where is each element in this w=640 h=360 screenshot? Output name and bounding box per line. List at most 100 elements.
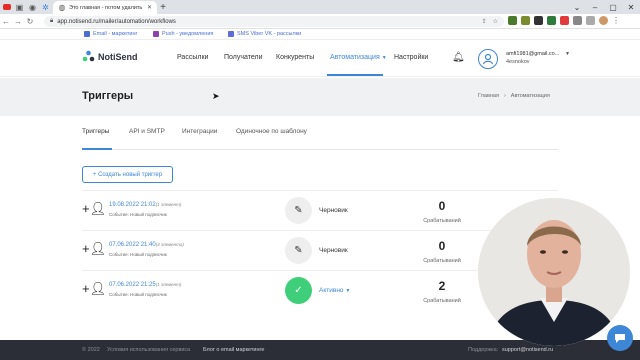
nav-competitors[interactable]: Конкуренты bbox=[276, 54, 314, 61]
logo-icon bbox=[82, 50, 95, 62]
trigger-event: Событие: Новый подписчик bbox=[109, 252, 167, 257]
email-icon bbox=[84, 31, 90, 37]
user-menu-caret-icon[interactable]: ▼ bbox=[565, 51, 570, 57]
notisend-tab-icon[interactable]: ✲ bbox=[39, 0, 52, 14]
webcam-overlay bbox=[478, 198, 630, 346]
sms-link[interactable]: SMS Viber VK - рассылки bbox=[228, 31, 301, 37]
nav-automation-label: Автоматизация bbox=[330, 54, 380, 61]
puzzle-icon[interactable] bbox=[573, 16, 582, 25]
trigger-status: Черновик bbox=[319, 207, 348, 214]
trigger-date: 07.06.2022 21:25 bbox=[109, 282, 156, 288]
trigger-runs-label: Срабатываний bbox=[423, 298, 461, 304]
user-name: 4esnokov bbox=[506, 59, 530, 65]
close-window-icon[interactable]: ✕ bbox=[622, 0, 640, 14]
tab-icon-3[interactable]: ◉ bbox=[26, 0, 39, 14]
logo[interactable]: NotiSend bbox=[82, 50, 138, 63]
reload-icon[interactable]: ↻ bbox=[24, 14, 36, 29]
chat-bubble-icon[interactable] bbox=[607, 325, 633, 351]
footer-copyright: © 2022 bbox=[82, 347, 100, 353]
url-input[interactable]: 🔒︎ app.notisend.ru/mailer/automation/wor… bbox=[44, 16, 504, 27]
chevron-down-icon[interactable]: ⌄ bbox=[568, 0, 586, 14]
url-text: app.notisend.ru/mailer/automation/workfl… bbox=[57, 18, 176, 25]
user-icon bbox=[482, 53, 494, 65]
tab-triggers[interactable]: Триггеры bbox=[82, 128, 109, 135]
maximize-icon[interactable]: ▢ bbox=[604, 0, 622, 14]
sms-icon bbox=[228, 31, 234, 37]
email-marketing-label: Email - маркетинг bbox=[93, 31, 138, 37]
tab-close-icon[interactable]: ✕ bbox=[147, 4, 152, 11]
tab-integrations[interactable]: Интеграции bbox=[182, 128, 217, 135]
user-email[interactable]: amfi1981@gmail.co... bbox=[506, 51, 559, 57]
subtabs: Триггеры API и SMTP Интеграции Одиночное… bbox=[82, 128, 558, 150]
address-bar: ← → ↻ 🔒︎ app.notisend.ru/mailer/automati… bbox=[0, 14, 640, 29]
trigger-event: Событие: Новый подписчик bbox=[109, 292, 167, 297]
pencil-icon[interactable]: ✎ bbox=[285, 237, 312, 264]
chat-icon bbox=[615, 334, 625, 343]
nav-active-indicator bbox=[327, 74, 383, 76]
extensions-bar: ⋮ bbox=[508, 16, 620, 25]
sidebar-icon[interactable] bbox=[586, 16, 595, 25]
tab-icon-2[interactable]: ▣ bbox=[13, 0, 26, 14]
extension-icon-5[interactable] bbox=[560, 16, 569, 25]
push-label: Push - уведомления bbox=[162, 31, 214, 37]
breadcrumb-current: Автоматизация bbox=[510, 93, 550, 99]
breadcrumb-home[interactable]: Главная bbox=[478, 93, 499, 99]
breadcrumb-separator-icon: › bbox=[503, 93, 506, 99]
lock-icon[interactable]: 🔒︎ bbox=[50, 18, 53, 25]
avatar[interactable] bbox=[478, 49, 498, 69]
footer-support-email[interactable]: support@notisend.ru bbox=[502, 347, 553, 353]
nav-automation[interactable]: Автоматизация ▼ bbox=[330, 54, 387, 61]
profile-icon[interactable] bbox=[599, 16, 608, 25]
bookmark-star-icon[interactable]: ☆ bbox=[493, 18, 498, 25]
push-icon bbox=[153, 31, 159, 37]
nav-settings[interactable]: Настройки bbox=[394, 54, 428, 61]
add-user-icon: +👤︎ bbox=[82, 281, 107, 296]
extension-icon-3[interactable] bbox=[534, 16, 543, 25]
subtab-active-indicator bbox=[82, 148, 112, 150]
add-user-icon: +👤︎ bbox=[82, 201, 107, 216]
forward-icon[interactable]: → bbox=[12, 14, 24, 29]
window-controls: ⌄ – ▢ ✕ bbox=[568, 0, 640, 14]
push-link[interactable]: Push - уведомления bbox=[153, 31, 213, 37]
footer-terms-link[interactable]: Условия использования сервиса bbox=[107, 347, 190, 353]
presenter-video-image bbox=[478, 198, 630, 346]
bell-icon[interactable]: 🔔︎ bbox=[452, 52, 465, 63]
trigger-date-link[interactable]: 19.08.2022 21:02(1 элемент) bbox=[109, 202, 181, 208]
caret-down-icon: ▼ bbox=[345, 288, 351, 294]
footer-blog-link[interactable]: Блог о email маркетинге bbox=[203, 347, 265, 353]
create-trigger-button[interactable]: + Создать новый триггер bbox=[82, 166, 173, 183]
trigger-date-link[interactable]: 07.06.2022 21:25(1 элемент) bbox=[109, 282, 181, 288]
trigger-status-dropdown[interactable]: Активно ▼ bbox=[319, 287, 350, 294]
trigger-event: Событие: Новый подписчик bbox=[109, 212, 167, 217]
trigger-date-link[interactable]: 07.06.2022 21:40(4 элемента) bbox=[109, 242, 184, 248]
browser-active-tab[interactable]: ◍ Это главная - потом удалить ✕ bbox=[53, 1, 157, 14]
youtube-tab-icon[interactable] bbox=[0, 0, 13, 14]
page-title: Триггеры bbox=[82, 90, 134, 102]
breadcrumb: Главная › Автоматизация bbox=[478, 93, 550, 99]
minimize-icon[interactable]: – bbox=[586, 0, 604, 14]
checkmark-icon[interactable]: ✓ bbox=[285, 277, 312, 304]
trigger-runs-label: Срабатываний bbox=[423, 258, 461, 264]
trigger-row[interactable]: +👤︎ 19.08.2022 21:02(1 элемент) Событие:… bbox=[82, 190, 558, 230]
back-icon[interactable]: ← bbox=[0, 14, 12, 29]
tab-single-template[interactable]: Одиночное по шаблону bbox=[236, 128, 307, 135]
footer-support-label: Поддержка: bbox=[468, 347, 499, 353]
page-title-bar: Триггеры Главная › Автоматизация bbox=[0, 78, 640, 116]
tab-api-smtp[interactable]: API и SMTP bbox=[129, 128, 165, 135]
nav-recipients[interactable]: Получатели bbox=[224, 54, 263, 61]
trigger-status: Черновик bbox=[319, 247, 348, 254]
extension-icon-1[interactable] bbox=[508, 16, 517, 25]
pencil-icon[interactable]: ✎ bbox=[285, 197, 312, 224]
extension-icon-2[interactable] bbox=[521, 16, 530, 25]
email-marketing-link[interactable]: Email - маркетинг bbox=[84, 31, 138, 37]
new-tab-button[interactable]: + bbox=[157, 0, 169, 14]
trigger-runs-value: 0 bbox=[438, 239, 446, 253]
trigger-runs-value: 2 bbox=[438, 279, 446, 293]
add-user-icon: +👤︎ bbox=[82, 241, 107, 256]
nav-mailings[interactable]: Рассылки bbox=[177, 54, 208, 61]
trigger-date: 19.08.2022 21:02 bbox=[109, 202, 156, 208]
more-icon[interactable]: ⋮ bbox=[612, 16, 620, 25]
share-icon[interactable]: ⇪ bbox=[482, 18, 487, 25]
extension-icon-4[interactable] bbox=[547, 16, 556, 25]
app-header: NotiSend Рассылки Получатели Конкуренты … bbox=[0, 41, 640, 77]
